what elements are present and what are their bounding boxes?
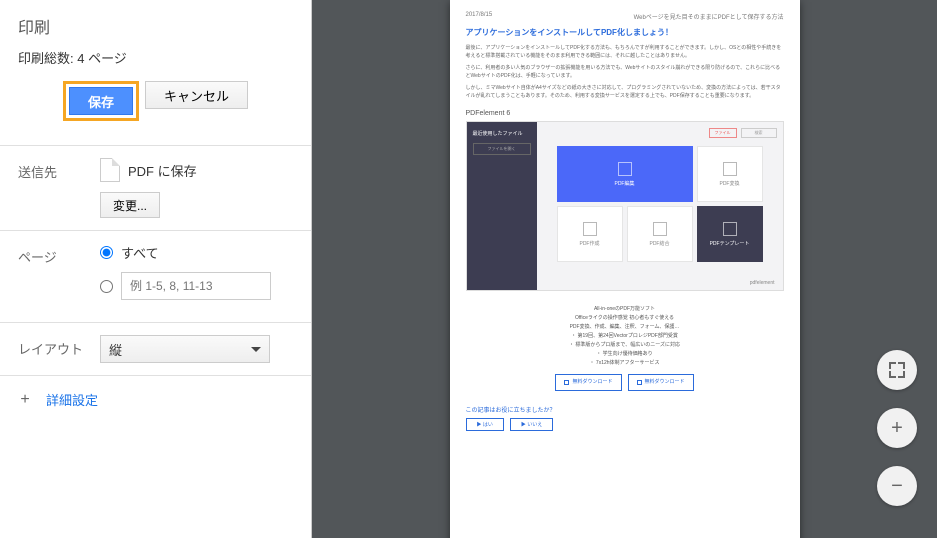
preview-page: 2017/8/15 Webページを見た目そのままにPDFとして保存する方法 アプ… bbox=[450, 0, 800, 538]
helpful-question: この記事はお役に立ちましたか？ bbox=[466, 405, 784, 414]
destination-value-row: PDF に保存 bbox=[100, 158, 293, 182]
promo-line: ・ 7x12h体制アフターサービス bbox=[466, 359, 784, 368]
create-icon bbox=[583, 222, 597, 236]
panel-title: 印刷 bbox=[18, 14, 293, 38]
app-search: 検索 bbox=[741, 128, 777, 138]
preview-para-2: さらに、利用者の多い人気のブラウザーの拡張機能を用いる方法でも、Webサイトのス… bbox=[466, 64, 784, 80]
download-icon bbox=[564, 380, 569, 385]
promo-line: ・ 標準版からプロ版まで、幅広いのニーズに対応 bbox=[466, 341, 784, 350]
fit-icon bbox=[889, 362, 905, 378]
destination-value: PDF に保存 bbox=[128, 161, 197, 180]
template-icon bbox=[723, 222, 737, 236]
preview-title: Webページを見た目そのままにPDFとして保存する方法 bbox=[634, 12, 784, 21]
chevron-down-icon bbox=[251, 347, 261, 352]
promo-line: ・ 第19回、第24回VectorプロレジPDF部門受賞 bbox=[466, 332, 784, 341]
pages-all-radio[interactable] bbox=[100, 246, 113, 259]
pages-label: ページ bbox=[18, 243, 88, 266]
app-tile-template: PDFテンプレート bbox=[697, 206, 763, 262]
app-screenshot: 最近使用したファイル ファイルを開く ファイル 検索 PDF編集 PDF変換 P… bbox=[466, 121, 784, 291]
helpful-section: この記事はお役に立ちましたか？ ▶ はい ▶ いいえ bbox=[466, 405, 784, 431]
app-tile-edit: PDF編集 bbox=[557, 146, 693, 202]
convert-icon bbox=[723, 162, 737, 176]
print-settings-panel: 印刷 印刷総数: 4 ページ 保存 キャンセル 送信先 PDF に保存 変更..… bbox=[0, 0, 312, 538]
zoom-out-button[interactable]: − bbox=[877, 466, 917, 506]
pages-all-label: すべて bbox=[121, 243, 159, 262]
advanced-settings-toggle[interactable]: + 詳細設定 bbox=[0, 375, 311, 423]
panel-header: 印刷 印刷総数: 4 ページ 保存 キャンセル bbox=[0, 0, 311, 145]
destination-section: 送信先 PDF に保存 変更... bbox=[0, 145, 311, 230]
app-tile-combine: PDF結合 bbox=[627, 206, 693, 262]
layout-value: 縦 bbox=[109, 340, 122, 359]
download-button-2: 無料ダウンロード bbox=[628, 374, 694, 391]
app-tile-convert: PDF変換 bbox=[697, 146, 763, 202]
pages-range-input[interactable] bbox=[121, 272, 271, 300]
change-destination-button[interactable]: 変更... bbox=[100, 192, 160, 218]
edit-icon bbox=[618, 162, 632, 176]
app-small-button: ファイル bbox=[709, 128, 737, 138]
app-footer-brand: pdfelement bbox=[750, 280, 775, 286]
preview-date: 2017/8/15 bbox=[466, 12, 493, 21]
action-buttons-row: 保存 キャンセル bbox=[18, 81, 293, 135]
save-button[interactable]: 保存 bbox=[69, 87, 133, 115]
preview-para-3: しかし、ミマWebサイト自体がA4サイズなどの紙の大きさに対応して、プログラミン… bbox=[466, 84, 784, 100]
plus-icon: + bbox=[18, 391, 32, 409]
app-sidebar-title: 最近使用したファイル bbox=[473, 130, 531, 137]
promo-line: PDF変換、作成、編集、注釈、フォーム、保護… bbox=[466, 323, 784, 332]
layout-section: レイアウト 縦 bbox=[0, 322, 311, 375]
helpful-no-button: ▶ いいえ bbox=[510, 418, 553, 431]
advanced-settings-label: 詳細設定 bbox=[46, 390, 98, 409]
zoom-controls: + − bbox=[877, 350, 917, 506]
zoom-in-button[interactable]: + bbox=[877, 408, 917, 448]
pdf-icon bbox=[100, 158, 120, 182]
cancel-button[interactable]: キャンセル bbox=[145, 81, 248, 109]
app-main: ファイル 検索 PDF編集 PDF変換 PDF作成 PDF結合 PDFテンプレー… bbox=[537, 122, 783, 290]
preview-heading: アプリケーションをインストールしてPDF化しましょう！ bbox=[466, 27, 784, 38]
promo-line: All-in-oneのPDF万能ソフト bbox=[466, 305, 784, 314]
download-icon bbox=[637, 380, 642, 385]
pages-section: ページ すべて bbox=[0, 230, 311, 322]
destination-label: 送信先 bbox=[18, 158, 88, 181]
download-button-1: 無料ダウンロード bbox=[555, 374, 621, 391]
promo-block: All-in-oneのPDF万能ソフト Officeライクの操作感覚 初心者もす… bbox=[466, 305, 784, 391]
print-preview-area: 2017/8/15 Webページを見た目そのままにPDFとして保存する方法 アプ… bbox=[312, 0, 937, 538]
pdfelement-label: PDFelement 6 bbox=[466, 110, 784, 117]
promo-line: ・ 学生向け優待価格あり bbox=[466, 350, 784, 359]
layout-select[interactable]: 縦 bbox=[100, 335, 270, 363]
total-pages-label: 印刷総数: 4 ページ bbox=[18, 48, 293, 67]
fit-to-page-button[interactable] bbox=[877, 350, 917, 390]
pages-range-radio[interactable] bbox=[100, 280, 113, 293]
app-sidebar-open-button: ファイルを開く bbox=[473, 143, 531, 155]
preview-para-1: 最後に、アプリケーションをインストールしてPDF化する方法も、もちろんですが利用… bbox=[466, 44, 784, 60]
combine-icon bbox=[653, 222, 667, 236]
helpful-yes-button: ▶ はい bbox=[466, 418, 504, 431]
save-button-highlight: 保存 bbox=[63, 81, 139, 121]
app-sidebar: 最近使用したファイル ファイルを開く bbox=[467, 122, 537, 290]
promo-line: Officeライクの操作感覚 初心者もすぐ使える bbox=[466, 314, 784, 323]
layout-label: レイアウト bbox=[18, 335, 88, 358]
app-tile-create: PDF作成 bbox=[557, 206, 623, 262]
